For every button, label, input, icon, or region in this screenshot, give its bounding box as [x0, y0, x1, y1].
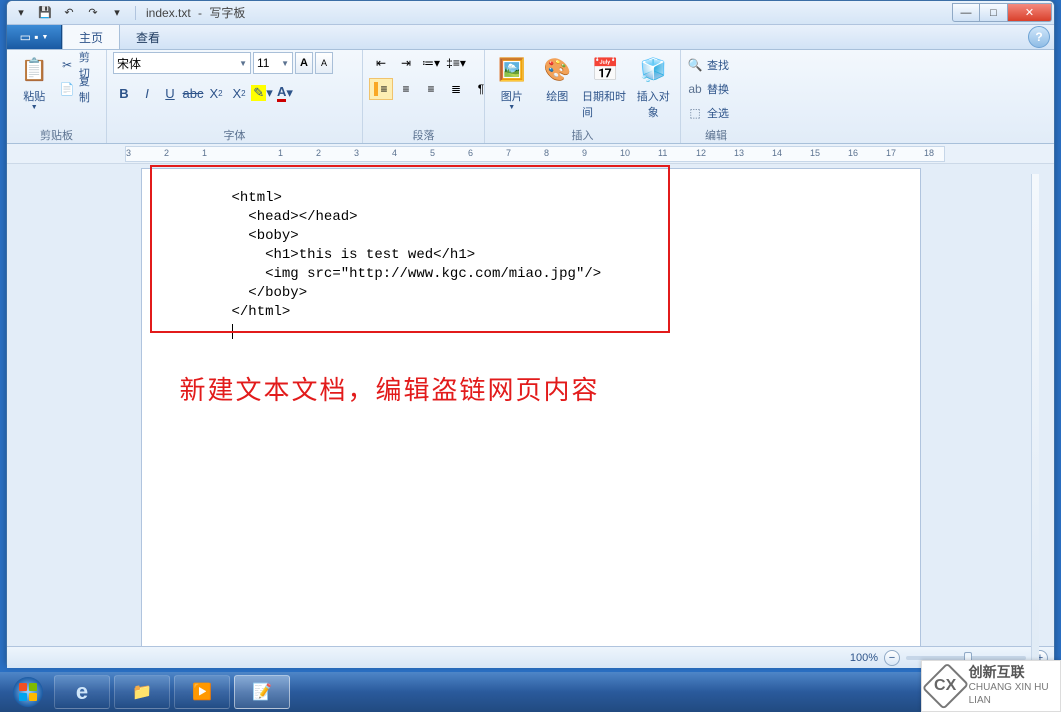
document-area[interactable]: <html> <head></head> <boby> <h1>this is …	[7, 164, 1054, 646]
object-icon: 🧊	[637, 54, 669, 86]
app-name: 写字板	[209, 4, 245, 21]
help-button[interactable]: ?	[1028, 26, 1050, 48]
redo-icon[interactable]: ↷	[85, 5, 101, 21]
ribbon: 📋 粘贴▼ ✂剪切 📄复制 剪贴板 宋体▼ 11▼ A A	[7, 50, 1054, 144]
taskbar-explorer[interactable]: 📁	[114, 675, 170, 709]
datetime-button[interactable]: 📅日期和时间	[582, 52, 628, 120]
insert-picture-button[interactable]: 🖼️图片▼	[491, 52, 533, 111]
annotation-text: 新建文本文档，编辑盗链网页内容	[180, 370, 900, 407]
font-name-combo[interactable]: 宋体▼	[113, 52, 251, 74]
group-edit-label: 编辑	[687, 127, 745, 143]
bullets-button[interactable]: ≔▾	[419, 52, 443, 74]
titlebar: ▾ 💾 ↶ ↷ ▾ index.txt - 写字板 — □ ✕	[7, 1, 1054, 25]
watermark: CX 创新互联CHUANG XIN HU LIAN	[921, 660, 1061, 712]
highlight-button[interactable]: ✎▾	[251, 82, 273, 104]
title-sep: -	[195, 6, 206, 20]
page: <html> <head></head> <boby> <h1>this is …	[141, 168, 921, 646]
qat-more-icon[interactable]: ▾	[109, 5, 125, 21]
statusbar: 100% − +	[7, 646, 1054, 668]
copy-icon: 📄	[59, 81, 74, 97]
maximize-button[interactable]: □	[980, 3, 1008, 22]
selectall-button[interactable]: ⬚全选	[687, 102, 729, 124]
paint-button[interactable]: 🎨绘图	[537, 52, 579, 104]
ruler[interactable]: 321123456789101112131415161718	[7, 144, 1054, 164]
clipboard-icon: 📋	[18, 54, 50, 86]
find-icon: 🔍	[687, 57, 703, 73]
picture-icon: 🖼️	[496, 54, 528, 86]
file-menu-button[interactable]: ▭ ▪▼	[7, 25, 62, 49]
group-paragraph-label: 段落	[369, 127, 478, 143]
close-button[interactable]: ✕	[1008, 3, 1052, 22]
select-all-icon: ⬚	[687, 105, 703, 121]
app-menu-icon[interactable]: ▾	[13, 5, 29, 21]
copy-button[interactable]: 📄复制	[59, 78, 100, 100]
underline-button[interactable]: U	[159, 82, 181, 104]
taskbar: e 📁 ▶️ 📝 CH ▦ 🕪 ▴	[0, 672, 1061, 712]
zoom-slider[interactable]	[906, 656, 1026, 660]
document-title: index.txt	[146, 6, 191, 20]
calendar-icon: 📅	[589, 54, 621, 86]
palette-icon: 🎨	[541, 54, 573, 86]
bold-button[interactable]: B	[113, 82, 135, 104]
save-icon[interactable]: 💾	[37, 5, 53, 21]
align-center-button[interactable]: ≡	[394, 78, 418, 100]
insert-object-button[interactable]: 🧊插入对象	[632, 52, 674, 120]
taskbar-media[interactable]: ▶️	[174, 675, 230, 709]
subscript-button[interactable]: X2	[205, 82, 227, 104]
group-font-label: 字体	[113, 127, 356, 143]
tab-home[interactable]: 主页	[62, 25, 120, 49]
grow-font-button[interactable]: A	[295, 52, 313, 74]
vertical-scrollbar[interactable]	[1031, 174, 1039, 669]
font-size-combo[interactable]: 11▼	[253, 52, 293, 74]
align-left-button[interactable]: ≡	[369, 78, 393, 100]
font-color-button[interactable]: A▾	[274, 82, 296, 104]
taskbar-wordpad[interactable]: 📝	[234, 675, 290, 709]
replace-icon: ab	[687, 81, 703, 97]
find-button[interactable]: 🔍查找	[687, 54, 729, 76]
dec-indent-button[interactable]: ⇤	[369, 52, 393, 74]
shrink-font-button[interactable]: A	[315, 52, 333, 74]
align-right-button[interactable]: ≡	[419, 78, 443, 100]
group-insert-label: 插入	[491, 127, 674, 143]
replace-button[interactable]: ab替换	[687, 78, 729, 100]
start-button[interactable]	[6, 674, 50, 710]
inc-indent-button[interactable]: ⇥	[394, 52, 418, 74]
superscript-button[interactable]: X2	[228, 82, 250, 104]
minimize-button[interactable]: —	[952, 3, 980, 22]
zoom-out-button[interactable]: −	[884, 650, 900, 666]
strike-button[interactable]: abc	[182, 82, 204, 104]
line-spacing-button[interactable]: ‡≡▾	[444, 52, 468, 74]
italic-button[interactable]: I	[136, 82, 158, 104]
scissors-icon: ✂	[59, 57, 74, 73]
group-clipboard-label: 剪贴板	[13, 127, 100, 143]
annotation-box	[150, 165, 670, 333]
tab-view[interactable]: 查看	[120, 25, 176, 49]
zoom-level: 100%	[850, 652, 878, 664]
justify-button[interactable]: ≣	[444, 78, 468, 100]
taskbar-ie[interactable]: e	[54, 675, 110, 709]
paste-button[interactable]: 📋 粘贴▼	[13, 52, 55, 111]
undo-icon[interactable]: ↶	[61, 5, 77, 21]
